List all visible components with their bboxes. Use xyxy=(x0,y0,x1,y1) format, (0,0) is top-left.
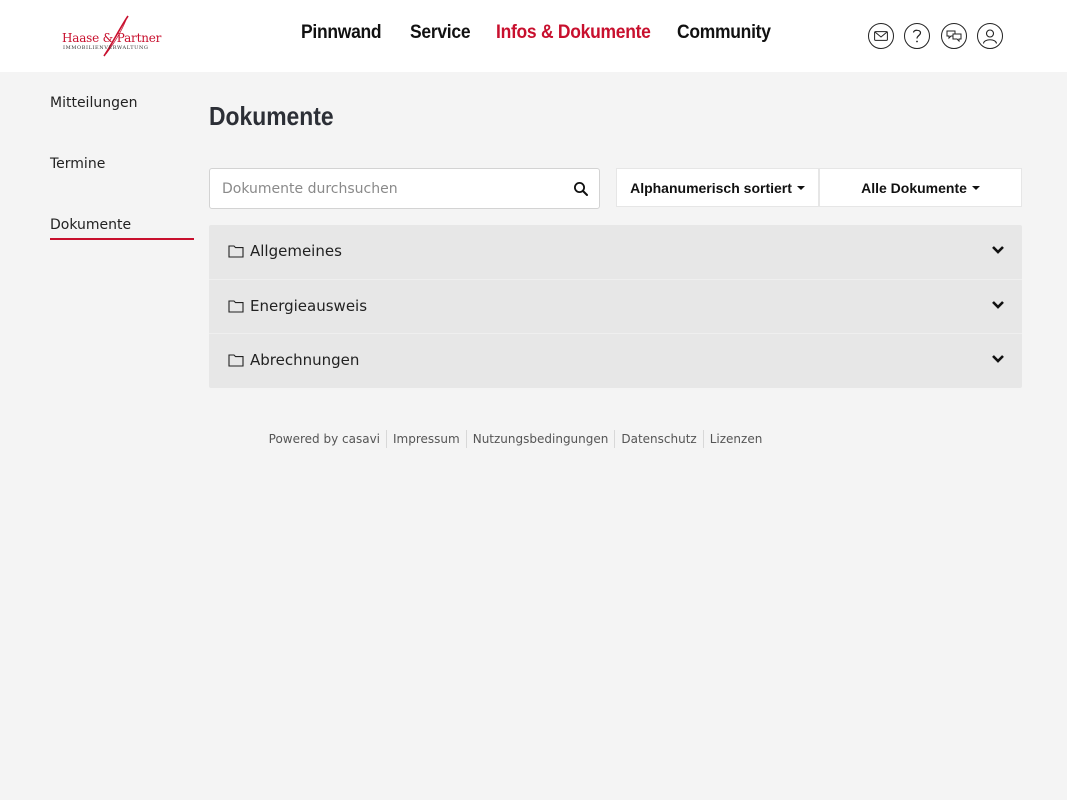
caret-down-icon xyxy=(971,185,980,190)
sort-dropdown[interactable]: Alphanumerisch sortiert xyxy=(616,168,819,207)
folder-icon xyxy=(228,245,244,258)
sidebar-item-mitteilungen[interactable]: Mitteilungen xyxy=(50,95,137,111)
footer-link-powered-by[interactable]: Powered by casavi xyxy=(263,430,386,448)
top-header: Haase & Partner IMMOBILIENVERWALTUNG Pin… xyxy=(0,0,1067,72)
chevron-down-icon[interactable] xyxy=(991,245,1005,255)
user-icon xyxy=(982,29,998,44)
caret-down-icon xyxy=(796,185,805,190)
folder-row-energieausweis[interactable]: Energieausweis xyxy=(209,279,1022,333)
help-icon xyxy=(912,29,922,43)
nav-item-pinnwand[interactable]: Pinnwand xyxy=(301,22,382,44)
footer-link-datenschutz[interactable]: Datenschutz xyxy=(615,430,702,448)
folder-row-abrechnungen[interactable]: Abrechnungen xyxy=(209,333,1022,387)
document-search xyxy=(209,168,600,209)
help-button[interactable] xyxy=(904,23,930,49)
mail-icon xyxy=(874,31,888,41)
sort-dropdown-label: Alphanumerisch sortiert xyxy=(630,179,792,196)
folder-list: Allgemeines Energieausweis Abrechnungen xyxy=(209,225,1022,388)
folder-label: Energieausweis xyxy=(250,297,368,315)
footer: Powered by casavi Impressum Nutzungsbedi… xyxy=(0,430,1067,448)
search-input[interactable] xyxy=(222,169,562,208)
folder-label: Allgemeines xyxy=(250,242,342,260)
chat-button[interactable] xyxy=(941,23,967,49)
search-button[interactable] xyxy=(573,181,589,197)
chevron-down-icon[interactable] xyxy=(991,300,1005,310)
search-icon xyxy=(574,182,588,196)
footer-link-nutzungsbedingungen[interactable]: Nutzungsbedingungen xyxy=(467,430,615,448)
nav-item-service[interactable]: Service xyxy=(410,22,471,44)
active-sidebar-indicator xyxy=(50,238,194,240)
nav-item-community[interactable]: Community xyxy=(677,22,771,44)
chevron-down-icon[interactable] xyxy=(991,354,1005,364)
sidebar-item-termine[interactable]: Termine xyxy=(50,156,105,172)
nav-item-infos-dokumente[interactable]: Infos & Dokumente xyxy=(496,22,651,44)
page-title: Dokumente xyxy=(209,101,334,131)
folder-icon xyxy=(228,300,244,313)
folder-label: Abrechnungen xyxy=(250,351,360,369)
folder-row-allgemeines[interactable]: Allgemeines xyxy=(209,225,1022,279)
user-button[interactable] xyxy=(977,23,1003,49)
filter-dropdown[interactable]: Alle Dokumente xyxy=(819,168,1022,207)
footer-link-lizenzen[interactable]: Lizenzen xyxy=(704,430,769,448)
folder-icon xyxy=(228,354,244,367)
filter-dropdown-label: Alle Dokumente xyxy=(861,179,967,196)
sidebar-item-dokumente[interactable]: Dokumente xyxy=(50,217,131,233)
logo-tagline: IMMOBILIENVERWALTUNG xyxy=(63,45,149,51)
mail-button[interactable] xyxy=(868,23,894,49)
footer-link-impressum[interactable]: Impressum xyxy=(387,430,466,448)
chat-icon xyxy=(946,30,962,43)
logo-name: Haase & Partner xyxy=(62,31,162,45)
company-logo[interactable]: Haase & Partner IMMOBILIENVERWALTUNG xyxy=(60,14,162,58)
